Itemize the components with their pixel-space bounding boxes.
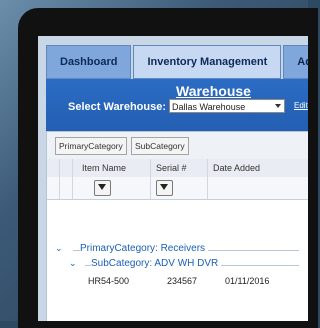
group-row-primary-category[interactable]: ⌄ PrimaryCategory: Receivers — [47, 243, 308, 257]
tab-add[interactable]: Add — [283, 45, 308, 79]
filter-cell-date-added — [207, 177, 308, 199]
warehouse-select[interactable]: Dallas Warehouse — [169, 99, 285, 113]
cell-date-added: 01/11/2016 — [225, 276, 270, 286]
column-header-date-added[interactable]: Date Added — [207, 159, 308, 177]
cell-serial: 234567 — [167, 276, 198, 286]
filter-icon[interactable] — [94, 180, 111, 196]
group-label-primary-category: PrimaryCategory: Receivers — [80, 243, 209, 254]
warehouse-select-value: Dallas Warehouse — [172, 102, 246, 112]
group-chip-subcategory[interactable]: SubCategory — [131, 137, 189, 155]
warehouse-title: Warehouse — [176, 83, 251, 99]
chevron-down-icon[interactable]: ⌄ — [55, 243, 63, 254]
filter-indent-col — [47, 177, 59, 199]
group-row-subcategory[interactable]: ⌄ SubCategory: ADV WH DVR — [47, 258, 308, 272]
tab-dashboard[interactable]: Dashboard — [46, 45, 132, 79]
column-header-item-name[interactable]: Item Name — [72, 159, 150, 177]
filter-cell-serial — [150, 177, 207, 199]
group-label-subcategory: SubCategory: ADV WH DVR — [91, 258, 222, 269]
app-screen: Dashboard Inventory Management Add Wareh… — [38, 36, 308, 321]
filter-cell-item-name — [72, 177, 150, 199]
group-by-area: PrimaryCategory SubCategory — [47, 132, 308, 160]
select-warehouse-label: Select Warehouse: — [68, 101, 167, 113]
group-indent-col — [47, 159, 59, 177]
grid-header-row: Item Name Serial # Date Added — [47, 159, 308, 178]
tab-inventory-management[interactable]: Inventory Management — [133, 45, 282, 79]
group-chip-primary-category[interactable]: PrimaryCategory — [55, 137, 127, 155]
grid-filter-row — [47, 177, 308, 200]
table-row[interactable]: HR54-500 234567 01/11/2016 — [47, 274, 308, 290]
cell-item-name: HR54-500 — [88, 276, 130, 286]
dropdown-arrow-icon — [275, 104, 281, 108]
inventory-grid: PrimaryCategory SubCategory Item Name Se… — [46, 131, 308, 321]
edit-link[interactable]: Edit — [294, 101, 308, 110]
tab-bar: Dashboard Inventory Management Add — [46, 45, 308, 79]
column-header-serial[interactable]: Serial # — [150, 159, 207, 177]
filter-indent-col — [59, 177, 72, 199]
filter-icon[interactable] — [156, 180, 173, 196]
group-indent-col — [59, 159, 72, 177]
chevron-down-icon[interactable]: ⌄ — [69, 258, 77, 269]
